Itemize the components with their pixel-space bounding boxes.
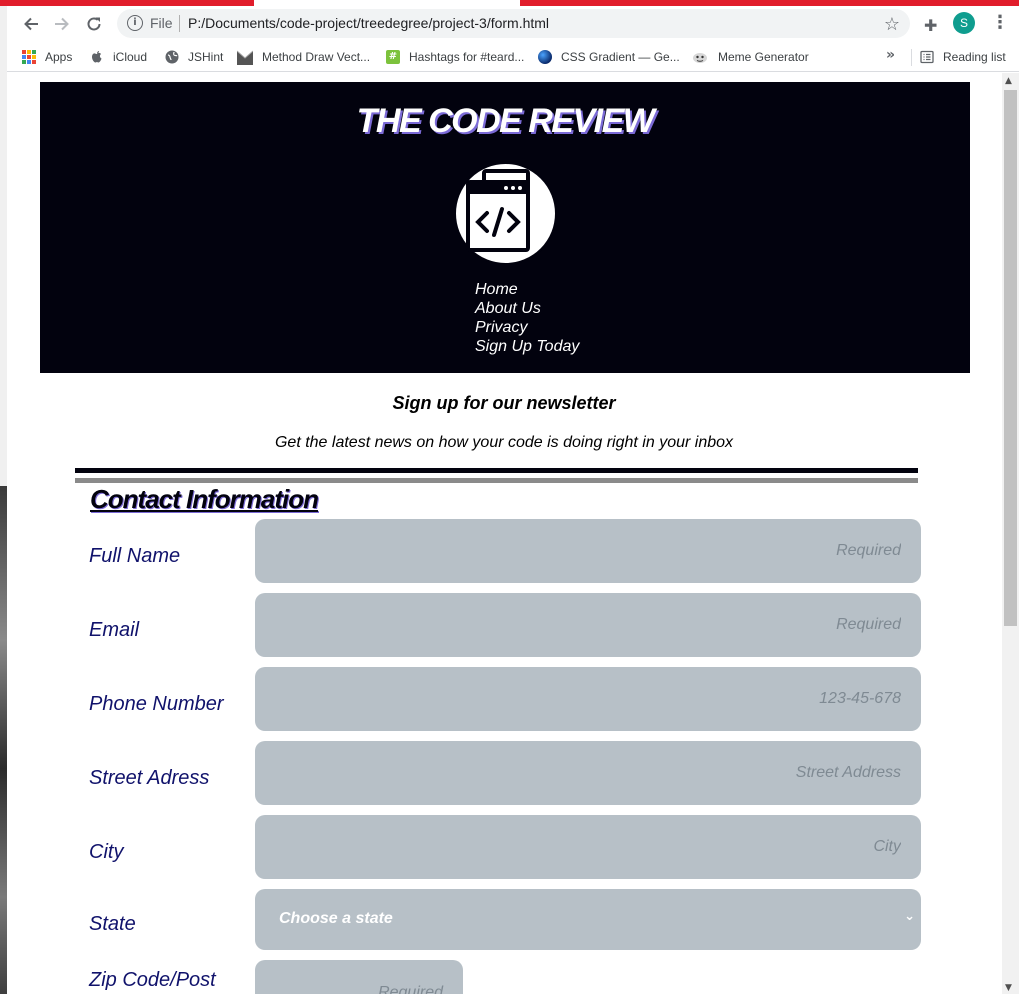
hashtag-icon: # xyxy=(386,50,400,64)
bookmark-label: Apps xyxy=(45,50,73,64)
code-window-icon xyxy=(466,169,530,252)
back-arrow-icon xyxy=(24,17,38,31)
extensions-puzzle-icon[interactable]: ✚ xyxy=(924,16,937,35)
zip-input[interactable]: Required xyxy=(255,960,463,994)
bookmark-css-gradient[interactable]: CSS Gradient — Ge... xyxy=(538,47,680,67)
more-bookmarks-chevron-icon[interactable]: » xyxy=(886,47,895,63)
chevron-down-icon: ⌄ xyxy=(904,909,915,924)
full-name-input[interactable] xyxy=(255,519,921,583)
nav-about-us[interactable]: About Us xyxy=(475,300,541,317)
method-draw-icon xyxy=(237,50,253,65)
globe-icon xyxy=(165,50,179,64)
bookmark-label: Hashtags for #teard... xyxy=(409,50,525,64)
forward-button[interactable] xyxy=(50,13,74,35)
bookmark-jshint[interactable]: JSHint xyxy=(165,47,223,67)
newsletter-subtitle: Get the latest news on how your code is … xyxy=(274,434,734,451)
divider-dark xyxy=(75,468,918,473)
newsletter-title: Sign up for our newsletter xyxy=(392,393,616,413)
gradient-icon xyxy=(538,50,552,64)
nav-home[interactable]: Home xyxy=(475,281,518,298)
bookmark-hashtags[interactable]: # Hashtags for #teard... xyxy=(386,47,524,67)
address-bar[interactable]: i File P:/Documents/code-project/treedeg… xyxy=(117,9,910,38)
bookmark-apps[interactable]: Apps xyxy=(22,47,72,67)
reload-button[interactable] xyxy=(82,13,106,35)
bookmarks-bar: Apps iCloud JSHint Method Draw Vect... #… xyxy=(7,42,1019,72)
site-header: THE CODE REVIEW Home About Us Privacy Si… xyxy=(40,82,970,373)
bookmark-icloud[interactable]: iCloud xyxy=(90,47,147,67)
bookmark-label: CSS Gradient — Ge... xyxy=(561,50,680,64)
scheme-label: File xyxy=(150,15,173,31)
site-title: THE CODE REVIEW xyxy=(356,102,655,140)
forward-arrow-icon xyxy=(55,17,69,31)
url-text[interactable]: P:/Documents/code-project/treedegree/pro… xyxy=(188,15,549,31)
street-input[interactable] xyxy=(255,741,921,805)
bookmark-meme-generator[interactable]: Meme Generator xyxy=(691,47,809,67)
city-label: City xyxy=(89,841,124,863)
bookmark-star-icon[interactable]: ☆ xyxy=(884,14,900,35)
reading-list-label: Reading list xyxy=(943,50,1006,64)
bookmark-label: Method Draw Vect... xyxy=(262,50,371,64)
apple-icon xyxy=(92,51,102,63)
state-select[interactable]: Choose a state ⌄ xyxy=(255,889,921,950)
state-label: State xyxy=(89,913,136,935)
reading-list-icon xyxy=(920,50,934,64)
address-separator xyxy=(179,15,180,32)
browser-toolbar: i File P:/Documents/code-project/treedeg… xyxy=(7,6,1019,42)
reload-icon xyxy=(87,17,101,31)
reading-list-button[interactable]: Reading list xyxy=(920,47,1006,67)
state-selected-value: Choose a state xyxy=(279,910,393,927)
phone-input[interactable] xyxy=(255,667,921,731)
window-left-edge xyxy=(0,6,7,994)
divider-gray xyxy=(75,478,918,483)
city-input[interactable] xyxy=(255,815,921,879)
profile-avatar[interactable]: S xyxy=(953,12,975,34)
email-input[interactable] xyxy=(255,593,921,657)
site-logo xyxy=(454,162,557,265)
contact-heading: Contact Information xyxy=(90,484,319,514)
bookmark-label: Meme Generator xyxy=(718,50,809,64)
bookmarks-separator xyxy=(911,49,912,66)
back-button[interactable] xyxy=(19,13,43,35)
bookmark-label: iCloud xyxy=(113,50,148,64)
phone-label: Phone Number xyxy=(89,693,224,715)
nav-privacy[interactable]: Privacy xyxy=(475,319,527,336)
street-label: Street Adress xyxy=(89,767,210,789)
main-nav: Home About Us Privacy Sign Up Today xyxy=(475,281,579,357)
scroll-down-arrow-icon[interactable]: ▼ xyxy=(1005,983,1012,993)
site-info-icon[interactable]: i xyxy=(127,15,143,31)
zip-label: Zip Code/Post xyxy=(89,969,216,991)
scroll-up-arrow-icon[interactable]: ▲ xyxy=(1005,76,1012,86)
email-label: Email xyxy=(89,619,140,641)
bookmark-method-draw[interactable]: Method Draw Vect... xyxy=(237,47,370,67)
zip-placeholder: Required xyxy=(378,984,443,994)
bookmark-label: JSHint xyxy=(188,50,224,64)
nav-sign-up-today[interactable]: Sign Up Today xyxy=(475,338,579,355)
meme-icon xyxy=(693,53,707,63)
scrollbar-thumb[interactable] xyxy=(1004,90,1017,626)
full-name-label: Full Name xyxy=(89,545,181,567)
apps-grid-icon xyxy=(22,50,36,64)
browser-menu-icon[interactable]: ⋮ xyxy=(991,12,1009,33)
